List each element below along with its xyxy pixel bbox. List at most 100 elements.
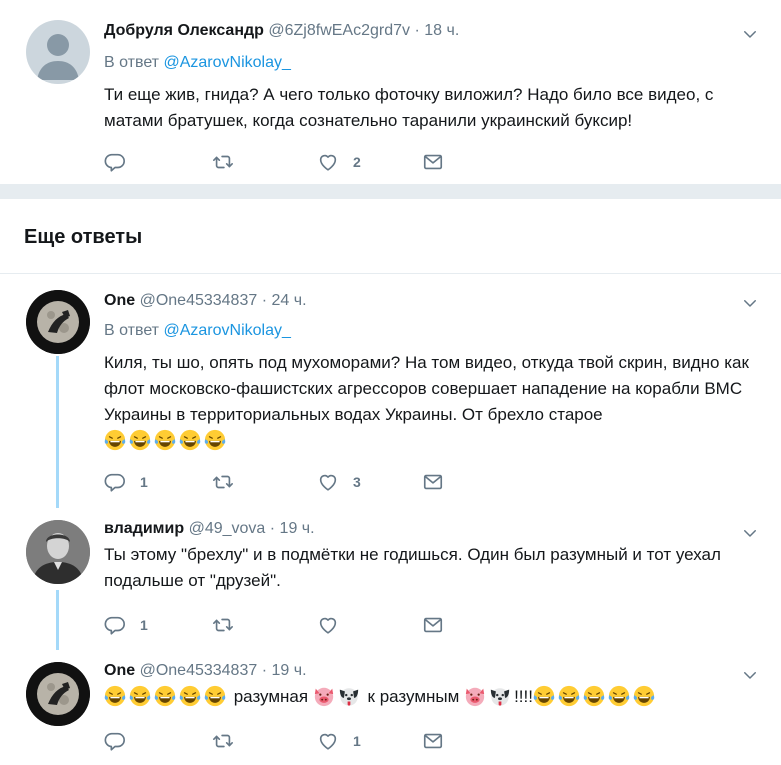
retweet-icon [212, 151, 234, 173]
tweet-actions: 1 [104, 730, 464, 752]
laughing-tears-emoji-icon [179, 685, 201, 707]
retweet-icon [212, 614, 234, 636]
reply-count: 1 [140, 617, 148, 633]
reply-label: В ответ [104, 322, 160, 339]
timestamp[interactable]: 18 ч. [424, 22, 459, 39]
laughing-tears-emoji-icon [204, 685, 226, 707]
like-icon [317, 730, 339, 752]
retweet-button[interactable] [212, 614, 234, 636]
dog-emoji-icon [489, 685, 511, 707]
tweet-text-part: разумная [229, 687, 313, 706]
moon-avatar-icon [26, 290, 90, 354]
timestamp[interactable]: 19 ч. [271, 662, 306, 679]
separator-dot: · [269, 520, 276, 537]
tweet-actions: 1 3 [104, 471, 464, 493]
chevron-down-icon[interactable] [741, 25, 759, 43]
reply-icon [104, 730, 126, 752]
message-button[interactable] [422, 471, 444, 493]
reply-button[interactable]: 1 [104, 614, 148, 636]
avatar[interactable] [26, 290, 90, 354]
user-handle[interactable]: @6Zj8fwEAc2grd7v [268, 22, 410, 39]
retweet-icon [212, 471, 234, 493]
timestamp[interactable]: 24 ч. [271, 292, 306, 309]
message-button[interactable] [422, 730, 444, 752]
tweet-text-part: к разумным [362, 687, 465, 706]
user-handle[interactable]: @49_vova [189, 520, 266, 537]
laughing-tears-emoji-icon [154, 685, 176, 707]
tweet-1[interactable]: Добруля Олександр @6Zj8fwEAc2grd7v · 18 … [0, 0, 781, 184]
chevron-down-icon[interactable] [741, 524, 759, 542]
chevron-down-icon[interactable] [741, 294, 759, 312]
like-button[interactable]: 2 [317, 151, 361, 173]
divider [0, 198, 781, 199]
separator-dot: · [261, 662, 268, 679]
avatar[interactable] [26, 662, 90, 726]
reply-icon [104, 151, 126, 173]
reply-mention[interactable]: @AzarovNikolay_ [163, 54, 290, 71]
laughing-tears-emoji-icon [104, 429, 126, 451]
message-icon [422, 730, 444, 752]
laughing-tears-emoji-icon [558, 685, 580, 707]
like-count: 1 [353, 733, 361, 749]
tweet-header: владимир @49_vova · 19 ч. [104, 520, 315, 538]
user-handle[interactable]: @One45334837 [140, 292, 258, 309]
display-name[interactable]: владимир [104, 520, 184, 537]
like-count: 3 [353, 474, 361, 490]
tweet-2[interactable]: One @One45334837 · 24 ч. В ответ @Azarov… [0, 274, 781, 510]
retweet-button[interactable] [212, 151, 234, 173]
pig-emoji-icon [313, 685, 335, 707]
tweet-text: разумная к разумным !!!! [104, 684, 764, 710]
like-icon [317, 471, 339, 493]
tweet-actions: 1 [104, 614, 464, 636]
message-icon [422, 151, 444, 173]
tweet-3[interactable]: владимир @49_vova · 19 ч. Ты этому "брех… [0, 510, 781, 656]
more-replies-heading: Еще ответы [24, 226, 143, 248]
message-icon [422, 614, 444, 636]
laughing-tears-emoji-icon [104, 685, 126, 707]
laughing-tears-emoji-icon [129, 429, 151, 451]
display-name[interactable]: One [104, 292, 135, 309]
message-icon [422, 471, 444, 493]
like-button[interactable] [317, 614, 339, 636]
reply-count: 1 [140, 474, 148, 490]
portrait-avatar-icon [26, 520, 90, 584]
reply-mention[interactable]: @AzarovNikolay_ [163, 322, 290, 339]
message-button[interactable] [422, 614, 444, 636]
display-name[interactable]: One [104, 662, 135, 679]
like-button[interactable]: 3 [317, 471, 361, 493]
like-count: 2 [353, 154, 361, 170]
tweet-header: One @One45334837 · 19 ч. [104, 662, 307, 680]
message-button[interactable] [422, 151, 444, 173]
reply-icon [104, 471, 126, 493]
chevron-down-icon[interactable] [741, 666, 759, 684]
laughing-tears-emoji-icon [154, 429, 176, 451]
tweet-text: Ти еще жив, гнида? А чего только фоточку… [104, 85, 714, 130]
tweet-header: One @One45334837 · 24 ч. [104, 292, 307, 310]
reply-context: В ответ @AzarovNikolay_ [104, 54, 291, 72]
user-handle[interactable]: @One45334837 [140, 662, 258, 679]
reply-button[interactable]: 1 [104, 471, 148, 493]
like-icon [317, 151, 339, 173]
display-name[interactable]: Добруля Олександр [104, 22, 264, 39]
retweet-button[interactable] [212, 471, 234, 493]
tweet-actions: 2 [104, 151, 464, 173]
tweet-4[interactable]: One @One45334837 · 19 ч. разумная к разу… [0, 656, 781, 765]
reply-button[interactable] [104, 151, 126, 173]
moon-avatar-icon [26, 662, 90, 726]
reply-label: В ответ [104, 54, 160, 71]
like-button[interactable]: 1 [317, 730, 361, 752]
retweet-icon [212, 730, 234, 752]
reply-context: В ответ @AzarovNikolay_ [104, 322, 291, 340]
like-icon [317, 614, 339, 636]
laughing-tears-emoji-icon [608, 685, 630, 707]
avatar[interactable] [26, 520, 90, 584]
retweet-button[interactable] [212, 730, 234, 752]
reply-button[interactable] [104, 730, 126, 752]
laughing-tears-emoji-icon [533, 685, 555, 707]
separator-dot: · [414, 22, 420, 39]
laughing-tears-emoji-icon [633, 685, 655, 707]
laughing-tears-emoji-icon [129, 685, 151, 707]
timestamp[interactable]: 19 ч. [280, 520, 315, 537]
avatar[interactable] [26, 20, 90, 84]
tweet-text-part: !!!! [514, 687, 533, 706]
